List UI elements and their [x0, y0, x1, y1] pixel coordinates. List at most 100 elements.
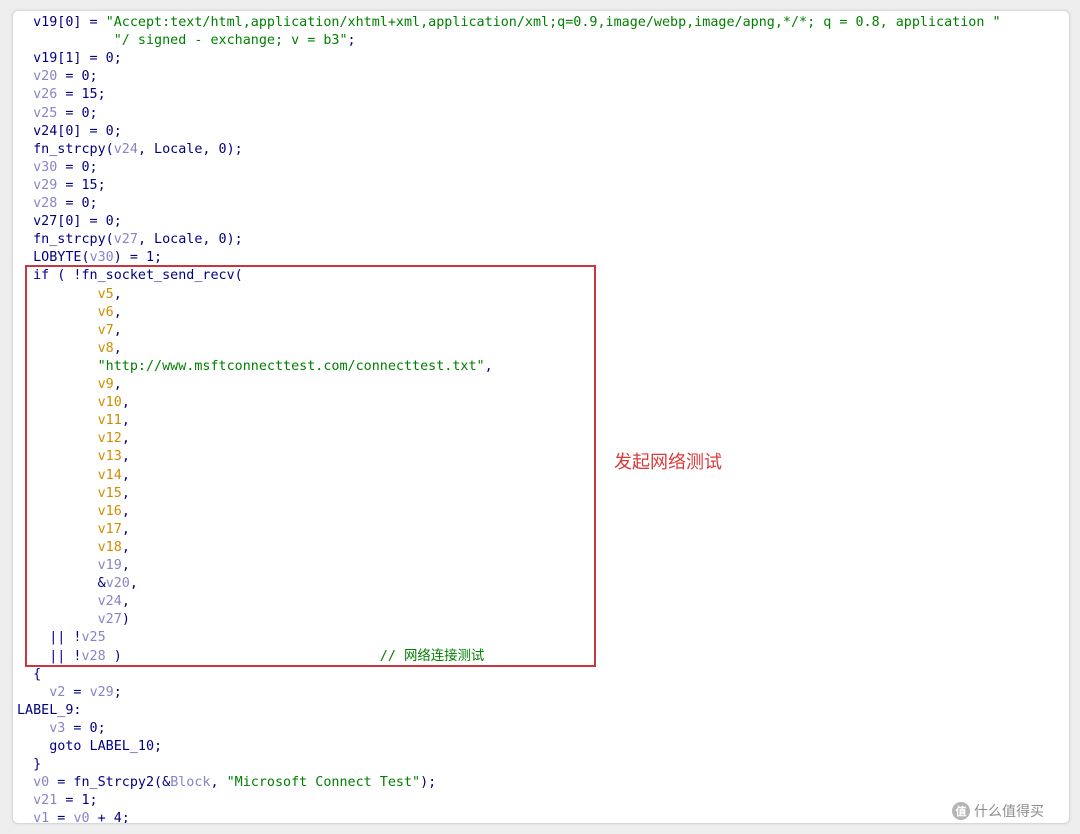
code-token: = 15; [57, 177, 106, 193]
code-token: fn_strcpy( [33, 141, 114, 157]
code-token: v26 [33, 87, 58, 103]
code-line: v27[0] = 0; [17, 213, 122, 231]
code-line: } [17, 756, 41, 774]
code-line: fn_strcpy(v27, Locale, 0); [17, 231, 243, 249]
code-token: v2 [49, 684, 66, 700]
code-token: = 0; [57, 69, 98, 85]
code-token: Block [170, 775, 211, 791]
code-token: = [65, 684, 90, 700]
code-token: v1 [33, 811, 50, 824]
annotation-label: 发起网络测试 [614, 452, 722, 473]
code-token: v30 [89, 250, 114, 266]
code-token: "/ signed - exchange; v = b3" [113, 33, 348, 49]
code-token: v29 [89, 684, 114, 700]
watermark: 值 什么值得买 [952, 798, 1044, 824]
code-line: v25 = 0; [17, 105, 98, 123]
code-token: v27[0] = 0; [33, 214, 122, 230]
code-token: "Microsoft Connect Test" [226, 775, 421, 791]
code-line: v19[0] = "Accept:text/html,application/x… [17, 14, 1001, 32]
code-token: = 0; [57, 159, 98, 175]
code-line: v29 = 15; [17, 177, 106, 195]
code-line: v1 = v0 + 4; [17, 810, 130, 824]
code-line: LABEL_9: [17, 702, 82, 720]
code-token: v30 [33, 159, 58, 175]
code-token: v28 [33, 196, 58, 211]
code-token: LOBYTE( [33, 250, 90, 266]
code-line: v30 = 0; [17, 159, 98, 177]
code-line: v24[0] = 0; [17, 123, 122, 141]
code-token: v0 [33, 775, 50, 791]
code-line: { [17, 666, 41, 684]
code-line: v19[1] = 0; [17, 50, 122, 68]
code-token: v20 [33, 69, 58, 85]
code-token: + 4; [89, 811, 130, 824]
code-line: fn_strcpy(v24, Locale, 0); [17, 141, 243, 159]
code-token: , Locale, 0); [137, 232, 243, 248]
code-token: goto LABEL_10; [49, 739, 163, 754]
code-token: v24[0] = 0; [33, 123, 122, 139]
code-token: v24 [113, 141, 138, 157]
code-token: "Accept:text/html,application/xhtml+xml,… [105, 15, 1001, 30]
code-token: ); [420, 775, 437, 791]
code-token: = fn_Strcpy2(& [49, 775, 171, 791]
code-line: v26 = 15; [17, 86, 106, 104]
code-token: v29 [33, 177, 58, 193]
code-token: { [33, 666, 42, 682]
code-token: , [210, 775, 227, 791]
code-token: = 0; [57, 196, 98, 211]
code-token: = 15; [57, 87, 106, 103]
code-token: = [49, 811, 74, 824]
code-token: v3 [49, 720, 66, 736]
code-token: = 0; [65, 720, 106, 736]
code-line: v0 = fn_Strcpy2(&Block, "Microsoft Conne… [17, 774, 436, 792]
code-token: LABEL_9: [17, 702, 82, 718]
code-token: = 1; [57, 793, 98, 809]
watermark-text: 什么值得买 [974, 804, 1044, 820]
code-token: ; [113, 684, 122, 700]
code-line: v21 = 1; [17, 792, 98, 810]
code-line: goto LABEL_10; [17, 738, 162, 756]
code-token: v25 [33, 105, 58, 121]
code-line: v3 = 0; [17, 720, 106, 738]
code-line: v2 = v29; [17, 684, 122, 702]
code-token: } [33, 757, 42, 773]
code-token: , Locale, 0); [137, 141, 243, 157]
code-token: = 0; [57, 105, 98, 121]
code-token: v19[0] = [33, 15, 106, 30]
code-token: ) = 1; [113, 250, 163, 266]
highlight-box [25, 265, 596, 667]
code-token: v0 [73, 811, 90, 824]
code-line: "/ signed - exchange; v = b3"; [17, 32, 356, 50]
code-screenshot-panel: v19[0] = "Accept:text/html,application/x… [12, 10, 1070, 824]
code-token: v19[1] = 0; [33, 51, 122, 67]
code-token: v27 [113, 232, 138, 248]
watermark-logo-icon: 值 [952, 802, 970, 820]
code-token: fn_strcpy( [33, 232, 114, 248]
code-token: ; [347, 33, 356, 49]
code-line: v20 = 0; [17, 68, 98, 86]
code-token: v21 [33, 793, 58, 809]
code-line: v28 = 0; [17, 195, 98, 213]
